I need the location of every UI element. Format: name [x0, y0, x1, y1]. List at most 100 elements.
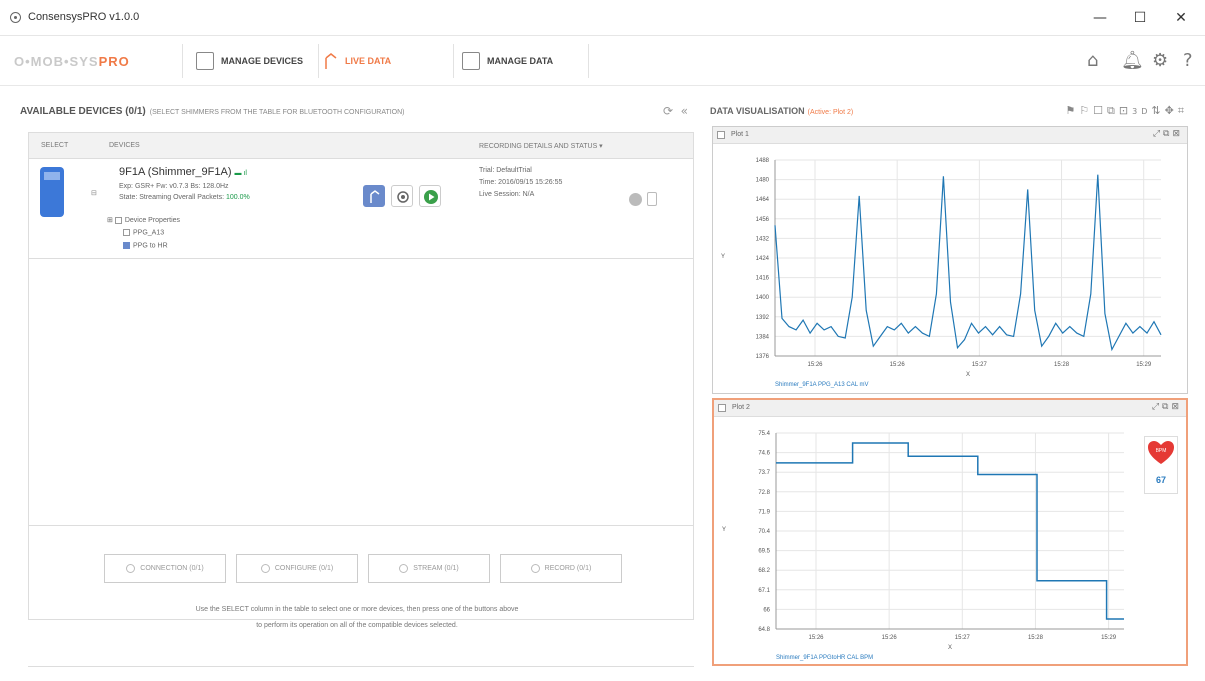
live-stream-button[interactable] [363, 185, 385, 207]
tree-checkbox-checked[interactable] [123, 242, 130, 249]
y-tick-label: 72.8 [758, 490, 770, 496]
tree-label: PPG_A13 [133, 229, 165, 237]
sort-icon[interactable]: ⇅ [1151, 104, 1164, 117]
popout-icon[interactable]: ⧉ [1107, 104, 1119, 117]
collapse-icon[interactable]: « [681, 104, 688, 118]
refresh-icon[interactable]: ⟳ [663, 104, 673, 118]
plot-2-name: Plot 2 [732, 404, 750, 411]
tree-label: Device Properties [124, 217, 181, 224]
heart-rate-value: 67 [1155, 475, 1166, 485]
y-tick-label: 73.7 [758, 470, 770, 476]
manage-data-label: MANAGE DATA [487, 56, 554, 66]
y-tick-label: 1400 [756, 295, 770, 301]
x-axis-label: X [948, 645, 952, 651]
manage-data-button[interactable]: MANAGE DATA [462, 48, 553, 74]
configure-icon [260, 564, 270, 573]
3d-icon[interactable]: 3D [1132, 107, 1151, 116]
devices-panel: AVAILABLE DEVICES (0/1) (SELECT SHIMMERS … [20, 96, 694, 666]
series-line [774, 174, 1162, 352]
tree-checkbox[interactable] [114, 216, 122, 224]
configure-button[interactable]: CONFIGURE (0/1) [236, 554, 358, 583]
remove-signal-icon[interactable]: ⚐ [1079, 104, 1093, 117]
panel-icons: ⟳ « [663, 104, 688, 118]
devices-column-header[interactable]: DEVICES [109, 142, 140, 149]
session-info: Live Session: N/A [479, 191, 535, 198]
stream-button[interactable]: STREAM (0/1) [368, 554, 490, 583]
y-tick-label: 1384 [756, 334, 770, 340]
record-button[interactable]: RECORD (0/1) [500, 554, 622, 583]
connection-button[interactable]: CONNECTION (0/1) [104, 554, 226, 583]
tree-checkbox[interactable] [123, 229, 130, 236]
x-tick-label: 15:26 [882, 635, 898, 641]
visualisation-panel: DATA VISUALISATION (Active: Plot 2) ⚑⚐☐⧉⊡… [704, 96, 1194, 666]
y-tick-label: 64.8 [758, 627, 770, 633]
connection-icon [126, 564, 136, 573]
series-legend: Shimmer_9F1A PPGtoHR CAL BPM [776, 655, 873, 661]
device-name: 9F1A (Shimmer_9F1A) ▬ ıl [119, 166, 247, 178]
x-tick-label: 15:28 [1028, 635, 1044, 641]
window-title: ConsensysPRO v1.0.0 [28, 11, 140, 23]
packets-value: 100.0% [226, 194, 250, 201]
new-plot-icon[interactable]: ☐ [1093, 104, 1107, 117]
help-icon[interactable]: ? [1183, 50, 1193, 71]
y-tick-label: 1376 [756, 354, 770, 360]
active-plot-label: (Active: Plot 2) [807, 109, 854, 116]
y-tick-label: 1432 [756, 236, 770, 242]
app-icon [10, 12, 21, 23]
instructions-line-2: to perform its operation on all of the c… [256, 622, 458, 629]
gear-icon[interactable]: ⚙ [1152, 50, 1168, 71]
expand-icon[interactable]: ⊟ [91, 189, 97, 197]
y-tick-label: 1456 [756, 217, 770, 223]
home-icon[interactable]: ⌂ [1087, 50, 1098, 71]
device-name-label: 9F1A (Shimmer_9F1A) [119, 166, 232, 178]
y-tick-label: 1424 [756, 256, 770, 262]
manage-devices-label: MANAGE DEVICES [221, 56, 304, 66]
tree-item-device-properties[interactable]: ⊞ Device Properties [107, 216, 180, 224]
close-button[interactable]: ✕ [1166, 6, 1196, 30]
play-button[interactable] [419, 185, 441, 207]
signal-icon: ▬ ıl [234, 170, 247, 177]
plot-1-checkbox[interactable] [717, 131, 725, 139]
minimize-button[interactable]: — [1085, 6, 1115, 30]
tree-item-ppg-a13[interactable]: PPG_A13 [123, 229, 164, 236]
plot-1-name: Plot 1 [731, 131, 749, 138]
main-toolbar: O•MOB•SYSPRO MANAGE DEVICES LIVE DATA MA… [0, 36, 1205, 86]
plot-2-checkbox[interactable] [718, 404, 726, 412]
device-state: State: Streaming Overall Packets: 100.0% [119, 194, 250, 201]
plot-1[interactable]: Plot 1 ⤢⧉⊠ 1488 1480 1464 1456 1432 1424 1416 1… [712, 126, 1188, 394]
live-data-button[interactable]: LIVE DATA [324, 48, 391, 74]
device-settings-button[interactable] [391, 185, 413, 207]
plot-2[interactable]: Plot 2 ⤢⧉⊠ 75.4 74.6 73.7 72.8 71.9 70.4 69.5 6… [712, 398, 1188, 666]
maximize-button[interactable]: ☐ [1125, 6, 1155, 30]
devices-count-title: AVAILABLE DEVICES (0/1) [20, 106, 146, 117]
export-icon[interactable]: ⊡ [1119, 104, 1132, 117]
y-tick-label: 66 [763, 607, 770, 613]
panel-divider [28, 666, 694, 667]
y-tick-label: 1416 [756, 276, 770, 282]
table-row[interactable]: ⊟ 9F1A (Shimmer_9F1A) ▬ ıl Exp: GSR+ Fw:… [29, 159, 693, 259]
manage-devices-button[interactable]: MANAGE DEVICES [196, 48, 303, 74]
record-label: RECORD (0/1) [544, 565, 592, 572]
plot-1-window-icons[interactable]: ⤢⧉⊠ [1153, 129, 1183, 139]
heart-rate-widget: BPM 67 [1144, 436, 1178, 494]
add-signal-icon[interactable]: ⚑ [1065, 104, 1079, 117]
recording-column-header[interactable]: RECORDING DETAILS AND STATUS ▾ [479, 142, 603, 150]
resize-icon[interactable]: ⌗ [1178, 104, 1188, 117]
record-icon [530, 564, 540, 573]
tree-item-ppg-to-hr[interactable]: PPG to HR [123, 242, 168, 249]
y-tick-label: 1392 [756, 315, 770, 321]
plot-2-window-icons[interactable]: ⤢⧉⊠ [1152, 402, 1182, 412]
connection-label: CONNECTION (0/1) [140, 565, 204, 572]
record-status-icon[interactable] [629, 193, 642, 206]
y-tick-label: 74.6 [758, 451, 770, 457]
x-tick-label: 15:26 [808, 635, 824, 641]
devices-subtitle: (SELECT SHIMMERS FROM THE TABLE FOR BLUE… [149, 109, 405, 116]
x-tick-label: 15:26 [807, 362, 823, 368]
y-axis-label: Y [721, 254, 725, 260]
select-column-header[interactable]: SELECT [41, 142, 68, 149]
tree-label: PPG to HR [133, 242, 168, 250]
move-icon[interactable]: ✥ [1165, 104, 1178, 117]
app-logo: O•MOB•SYSPRO [14, 54, 130, 69]
bell-icon[interactable]: 🔔︎ [1121, 50, 1144, 71]
y-tick-label: 75.4 [758, 431, 770, 437]
